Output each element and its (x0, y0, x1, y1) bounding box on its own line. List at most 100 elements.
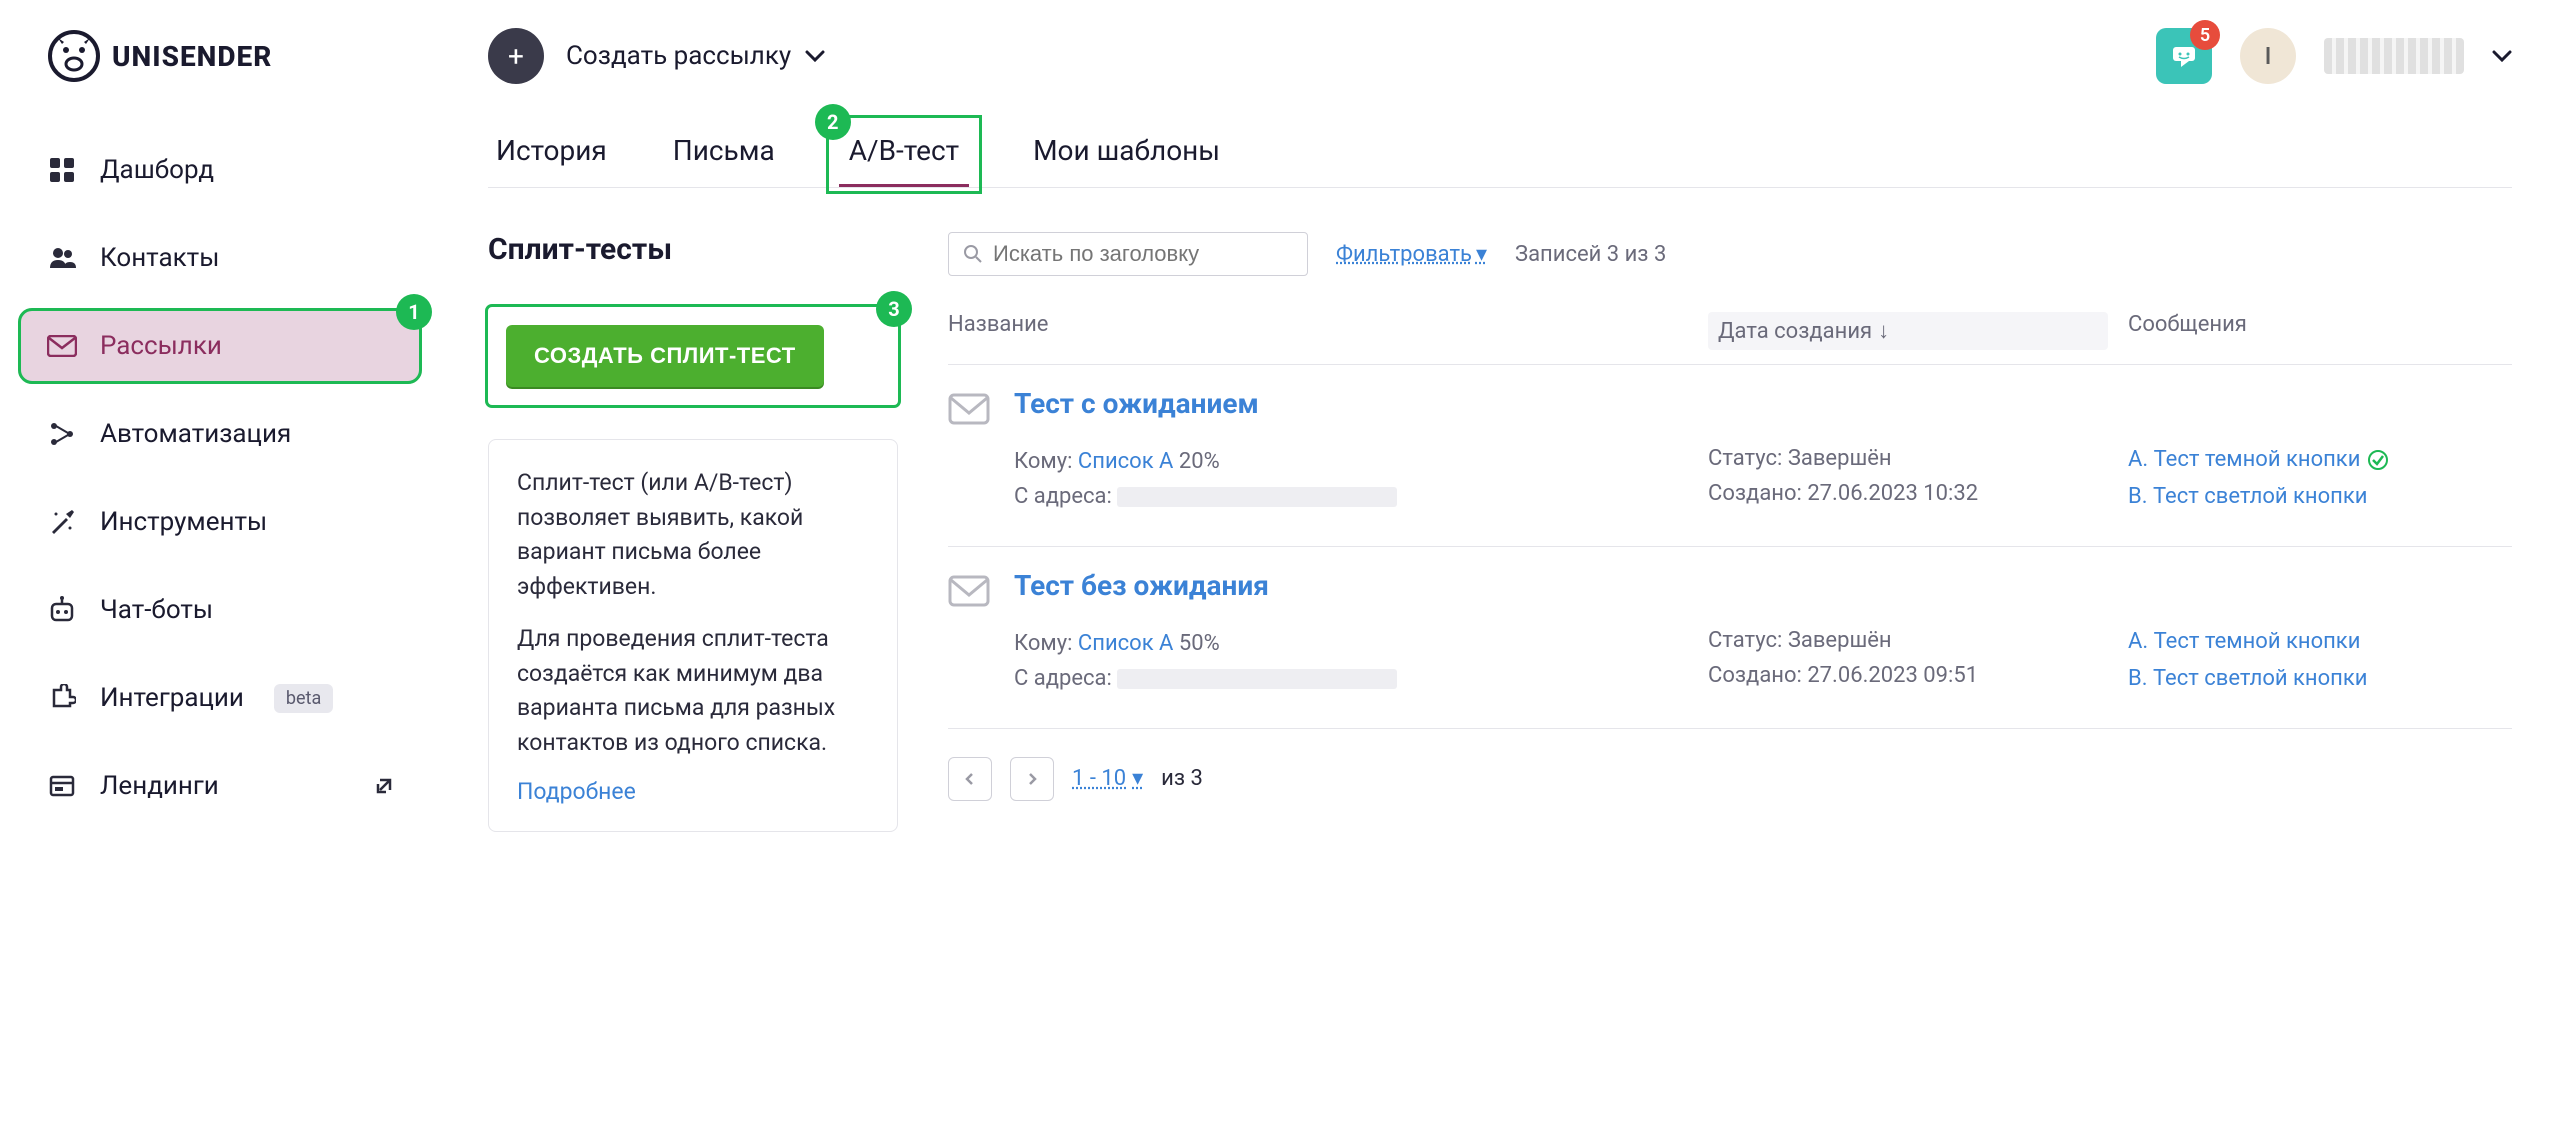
sidebar-item-chatbots[interactable]: Чат-боты (18, 572, 422, 648)
records-count: Записей 3 из 3 (1515, 242, 1666, 267)
variant-a-label: A. Тест темной кнопки (2128, 623, 2360, 660)
envelope-icon (46, 330, 78, 362)
section-title: Сплит-тесты (488, 232, 898, 267)
sidebar-item-integrations[interactable]: Интеграции beta (18, 660, 422, 736)
create-split-test-button[interactable]: СОЗДАТЬ СПЛИТ-ТЕСТ (506, 325, 824, 387)
envelope-icon (948, 575, 996, 615)
sidebar-item-label: Контакты (100, 243, 219, 273)
test-meta: Кому: Список A 50% С адреса: (1014, 626, 1708, 696)
sidebar-item-label: Лендинги (100, 771, 219, 801)
envelope-icon (948, 393, 996, 433)
to-list-link[interactable]: Список A (1078, 631, 1173, 656)
tab-history[interactable]: История (488, 122, 615, 187)
puzzle-icon (46, 682, 78, 714)
sidebar-item-label: Чат-боты (100, 595, 213, 625)
sidebar-item-landings[interactable]: Лендинги (18, 748, 422, 824)
dashboard-icon (46, 154, 78, 186)
caret-down-icon: ▾ (1476, 242, 1487, 267)
status-label: Статус: (1708, 628, 1782, 653)
tab-abtest-label: A/B-тест (849, 134, 959, 167)
main-content: История Письма 2 A/B-тест Мои шаблоны Сп… (440, 112, 2560, 1140)
variant-a-label: A. Тест темной кнопки (2128, 441, 2360, 478)
created-value: 27.06.2023 09:51 (1807, 663, 1978, 688)
bot-icon (46, 594, 78, 626)
test-status-cell: Статус: Завершён Создано: 27.06.2023 09:… (1708, 569, 2108, 698)
sidebar-item-contacts[interactable]: Контакты (18, 220, 422, 296)
beta-badge: beta (274, 684, 333, 713)
notification-badge: 5 (2190, 20, 2220, 50)
column-header-date[interactable]: Дата создания ↓ (1708, 312, 2108, 350)
filter-link[interactable]: Фильтровать ▾ (1336, 242, 1487, 267)
test-title-link[interactable]: Тест без ожидания (1014, 569, 1708, 602)
create-campaign-button[interactable]: + Создать рассылку (488, 28, 825, 84)
status-value: Завершён (1788, 446, 1892, 471)
to-label: Кому: (1014, 449, 1072, 474)
test-status-cell: Статус: Завершён Создано: 27.06.2023 10:… (1708, 387, 2108, 516)
status-value: Завершён (1788, 628, 1892, 653)
tools-icon (46, 506, 78, 538)
to-list-link[interactable]: Список A (1078, 449, 1173, 474)
filter-row: Фильтровать ▾ Записей 3 из 3 (948, 232, 2512, 276)
sidebar-item-label: Автоматизация (100, 419, 291, 449)
plus-icon: + (488, 28, 544, 84)
to-percent: 20% (1179, 449, 1220, 474)
variant-a-link[interactable]: A. Тест темной кнопки (2128, 623, 2512, 660)
column-header-messages[interactable]: Сообщения (2108, 312, 2512, 350)
logo[interactable]: UNISENDER (48, 30, 488, 82)
right-column: Фильтровать ▾ Записей 3 из 3 Название Да… (948, 232, 2512, 832)
to-label: Кому: (1014, 631, 1072, 656)
sort-down-icon: ↓ (1878, 318, 1889, 344)
sidebar-item-campaigns[interactable]: 1 Рассылки (18, 308, 422, 384)
external-link-icon (374, 776, 394, 796)
sidebar-item-dashboard[interactable]: Дашборд (18, 132, 422, 208)
variant-b-label: B. Тест светлой кнопки (2128, 660, 2367, 697)
create-campaign-text: Создать рассылку (566, 41, 791, 71)
variant-b-link[interactable]: B. Тест светлой кнопки (2128, 660, 2512, 697)
from-address-redacted (1117, 487, 1397, 507)
contacts-icon (46, 242, 78, 274)
tab-bar: История Письма 2 A/B-тест Мои шаблоны (488, 122, 2512, 188)
support-chat-button[interactable]: 5 (2156, 28, 2212, 84)
variant-b-link[interactable]: B. Тест светлой кнопки (2128, 478, 2512, 515)
variant-a-link[interactable]: A. Тест темной кнопки (2128, 441, 2512, 478)
tab-abtest[interactable]: 2 A/B-тест (833, 122, 975, 187)
search-icon (963, 244, 983, 264)
from-address-redacted (1117, 669, 1397, 689)
search-box[interactable] (948, 232, 1308, 276)
info-more-link[interactable]: Подробнее (517, 778, 636, 805)
created-label: Создано: (1708, 481, 1802, 506)
sidebar-item-tools[interactable]: Инструменты (18, 484, 422, 560)
sidebar-item-label: Интеграции (100, 683, 244, 713)
user-name-redacted (2324, 38, 2464, 74)
variant-b-label: B. Тест светлой кнопки (2128, 478, 2367, 515)
status-label: Статус: (1708, 446, 1782, 471)
pager-range-dropdown[interactable]: 1 - 10 ▾ (1072, 766, 1143, 791)
user-menu-chevron-icon[interactable] (2492, 50, 2512, 62)
pager-range-text: 1 - 10 (1072, 766, 1126, 791)
to-percent: 50% (1179, 631, 1220, 656)
chevron-down-icon (805, 50, 825, 62)
winner-check-icon (2368, 450, 2388, 470)
pager-total-value: 3 (1190, 766, 1202, 791)
tab-templates[interactable]: Мои шаблоны (1025, 122, 1228, 187)
pager-prev-button[interactable] (948, 757, 992, 801)
sidebar-item-label: Рассылки (100, 331, 222, 361)
test-main-cell: Тест с ожиданием Кому: Список A 20% С ад… (1014, 387, 1708, 516)
column-header-name[interactable]: Название (948, 312, 1708, 350)
sidebar-item-automation[interactable]: Автоматизация (18, 396, 422, 472)
user-avatar[interactable]: I (2240, 28, 2296, 84)
search-input[interactable] (993, 241, 1293, 267)
info-paragraph-1: Сплит-тест (или A/B-тест) позволяет выяв… (517, 466, 869, 604)
tab-letters[interactable]: Письма (665, 122, 783, 187)
pager-of-label: из (1161, 766, 1185, 791)
column-header-date-label: Дата создания (1718, 319, 1872, 344)
step-badge-3: 3 (876, 291, 912, 327)
info-paragraph-2: Для проведения сплит-теста создаётся как… (517, 622, 869, 760)
from-label: С адреса: (1014, 666, 1112, 691)
app-header: UNISENDER + Создать рассылку 5 I (0, 0, 2560, 112)
step-badge-1: 1 (396, 294, 432, 330)
test-title-link[interactable]: Тест с ожиданием (1014, 387, 1708, 420)
pager-next-button[interactable] (1010, 757, 1054, 801)
created-value: 27.06.2023 10:32 (1807, 481, 1978, 506)
automation-icon (46, 418, 78, 450)
